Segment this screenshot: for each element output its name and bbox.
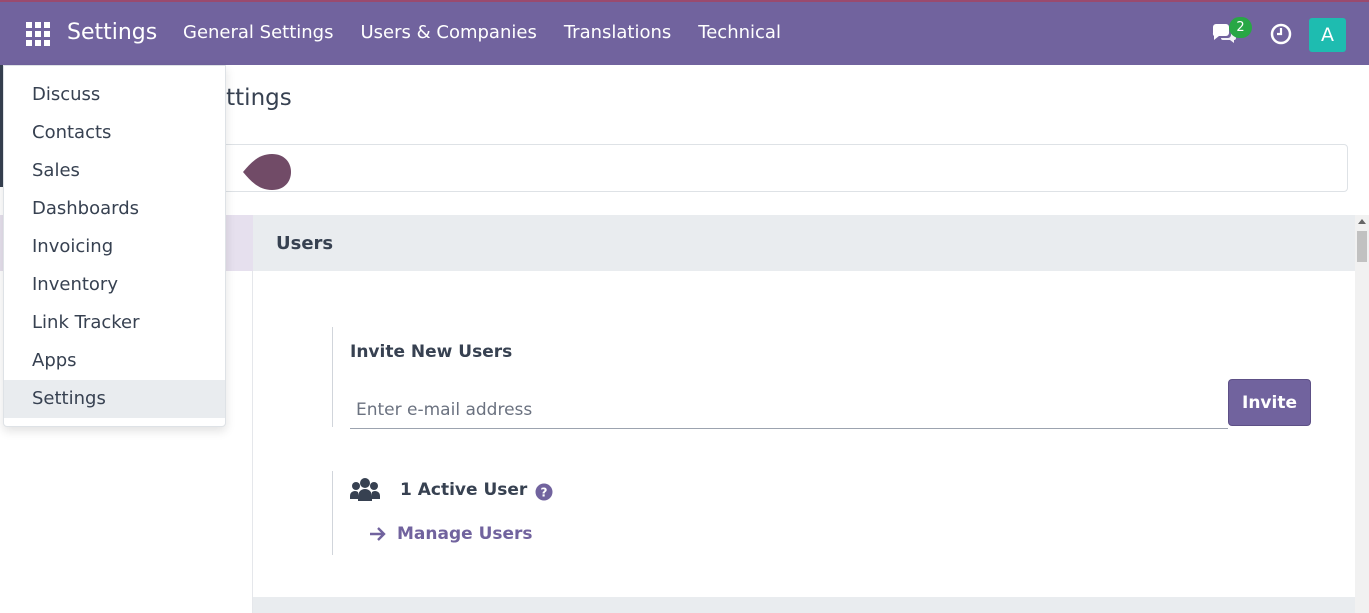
invite-title: Invite New Users <box>350 342 513 362</box>
active-users-setting: 1 Active User ? Manage Users <box>332 471 732 555</box>
apps-dropdown-menu: Discuss Contacts Sales Dashboards Invoic… <box>3 65 226 427</box>
users-section-header: Users <box>253 215 1355 271</box>
app-brand[interactable]: Settings <box>67 20 157 45</box>
app-item-sales[interactable]: Sales <box>4 152 225 190</box>
app-item-dashboards[interactable]: Dashboards <box>4 190 225 228</box>
users-icon <box>350 478 380 501</box>
app-item-apps[interactable]: Apps <box>4 342 225 380</box>
email-field[interactable] <box>350 391 1228 429</box>
messages-badge: 2 <box>1229 17 1252 38</box>
scrollbar-thumb[interactable] <box>1357 231 1367 262</box>
pointer-cursor-icon <box>243 154 291 190</box>
search-input[interactable] <box>212 144 1348 192</box>
manage-users-link[interactable]: Manage Users <box>369 524 533 544</box>
app-item-invoicing[interactable]: Invoicing <box>4 228 225 266</box>
scroll-up-icon[interactable] <box>1358 219 1366 224</box>
manage-users-label: Manage Users <box>397 524 533 544</box>
invite-users-setting: Invite New Users Invite <box>332 327 1322 429</box>
menu-technical[interactable]: Technical <box>698 22 781 43</box>
app-item-inventory[interactable]: Inventory <box>4 266 225 304</box>
clock-icon[interactable] <box>1270 23 1292 45</box>
apps-grid-icon[interactable] <box>26 22 50 46</box>
top-navbar: Settings General Settings Users & Compan… <box>0 0 1369 65</box>
app-item-settings[interactable]: Settings <box>4 380 225 418</box>
app-item-link-tracker[interactable]: Link Tracker <box>4 304 225 342</box>
menu-general-settings[interactable]: General Settings <box>183 22 334 43</box>
next-section-header <box>253 597 1355 613</box>
user-avatar[interactable]: A <box>1309 18 1346 52</box>
arrow-right-icon <box>370 527 386 541</box>
app-item-contacts[interactable]: Contacts <box>4 114 225 152</box>
app-item-discuss[interactable]: Discuss <box>4 76 225 114</box>
svg-text:?: ? <box>541 486 548 500</box>
invite-button[interactable]: Invite <box>1228 379 1311 426</box>
menu-users-companies[interactable]: Users & Companies <box>361 22 537 43</box>
section-title: Users <box>276 233 334 254</box>
help-icon[interactable]: ? <box>535 483 553 501</box>
active-users-count: 1 Active User <box>400 480 528 500</box>
main-menu: General Settings Users & Companies Trans… <box>183 22 808 43</box>
menu-translations[interactable]: Translations <box>564 22 671 43</box>
scrollbar[interactable] <box>1355 215 1369 613</box>
